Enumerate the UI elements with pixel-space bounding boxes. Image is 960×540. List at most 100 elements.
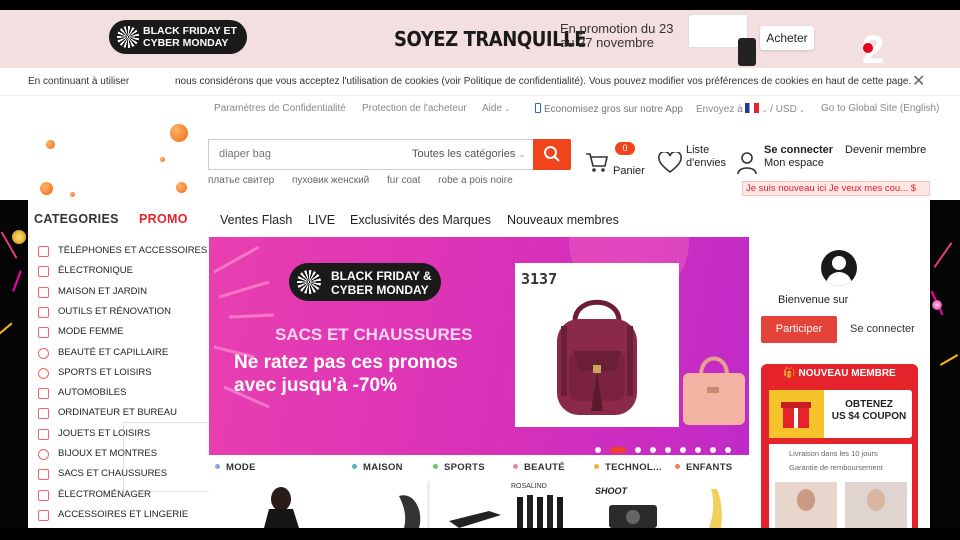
sidebar-item-computers[interactable]: Ordinateur et Bureau: [28, 403, 209, 423]
carousel-dot[interactable]: [610, 447, 626, 453]
sign-in-link[interactable]: Se connecter: [850, 323, 915, 335]
search-box: Toutes les catégories ⌄: [208, 139, 534, 170]
cookie-text-start: En continuant à utiliser: [28, 76, 130, 87]
sidebar-item-automobiles[interactable]: Automobiles: [28, 383, 209, 403]
sidebar-item-tools[interactable]: Outils et Rénovation: [28, 302, 209, 322]
carousel-dot[interactable]: [665, 447, 671, 453]
sidebar-item-beauty[interactable]: Beauté et Capillaire: [28, 343, 209, 363]
lingerie-icon: [38, 509, 49, 521]
close-icon[interactable]: ✕: [912, 71, 925, 91]
decorative-orb: [46, 140, 55, 149]
cookie-text: nous considérons que vous acceptez l'uti…: [175, 76, 912, 87]
cart-button[interactable]: 0 Panier: [585, 142, 645, 182]
suggestion-link[interactable]: пуховик женский: [292, 175, 369, 186]
help-menu[interactable]: Aide ⌄: [482, 103, 510, 114]
quick-link-beaute[interactable]: BEAUTÉ: [513, 462, 565, 473]
tab-promo[interactable]: PROMO: [139, 212, 188, 226]
handbag-image: [683, 356, 745, 425]
ring-icon: [38, 449, 49, 460]
sidebar-item-women-fashion[interactable]: Mode Femme: [28, 322, 209, 342]
carousel-dot[interactable]: [710, 447, 716, 453]
category-quick-links: MODE MAISON SPORTS BEAUTÉ TECHNOL... ENF…: [209, 455, 749, 481]
hero-black-friday-badge: BLACK FRIDAY & CYBER MONDAY: [289, 263, 441, 301]
nav-new-members[interactable]: Nouveaux membres: [507, 213, 619, 227]
category-dot-icon: [675, 464, 680, 469]
carousel-dot[interactable]: [650, 447, 656, 453]
hero-product-card[interactable]: 3137: [515, 263, 679, 427]
carousel-dot[interactable]: [595, 447, 601, 453]
newbie-coupon-link[interactable]: Je suis nouveau ici Je veux mes cou... $: [742, 181, 930, 196]
phone-icon: [535, 103, 541, 113]
carousel-dots[interactable]: [595, 440, 749, 453]
left-background: [0, 200, 28, 528]
wishlist-button[interactable]: Liste d'envies: [658, 142, 728, 182]
backpack-image: [557, 299, 637, 415]
privacy-settings-link[interactable]: Paramètres de Confidentialité: [214, 103, 346, 114]
nav-brand-exclusives[interactable]: Exclusivités des Marques: [350, 213, 491, 227]
quick-link-sports[interactable]: SPORTS: [433, 462, 485, 473]
carousel-dot[interactable]: [635, 447, 641, 453]
delivery-benefit: Livraison dans les 10 jours: [789, 449, 878, 458]
svg-text:SHOOT: SHOOT: [595, 486, 629, 496]
quick-link-enfants[interactable]: ENFANTS: [675, 462, 732, 473]
ship-to-selector[interactable]: Envoyez à ⌄ / USD ⌄: [696, 103, 805, 115]
nav-live[interactable]: LIVE: [308, 213, 335, 227]
carousel-dot[interactable]: [725, 447, 731, 453]
search-input[interactable]: [219, 148, 399, 160]
camera-icon: [38, 266, 49, 278]
category-dot-icon: [352, 464, 357, 469]
buy-button[interactable]: Acheter: [760, 26, 814, 50]
buyer-protection-link[interactable]: Protection de l'acheteur: [362, 103, 467, 114]
banner-dates: En promotion du 23 au 27 novembre: [560, 21, 674, 50]
sidebar-item-sports[interactable]: Sports et Loisirs: [28, 363, 209, 383]
search-button[interactable]: [533, 139, 571, 170]
carousel-dot[interactable]: [695, 447, 701, 453]
cart-icon: [586, 153, 608, 172]
sidebar-item-home-garden[interactable]: Maison et Jardin: [28, 282, 209, 302]
toolbox-icon: [38, 306, 49, 318]
sidebar-item-phones[interactable]: Téléphones et Accessoires: [28, 241, 209, 261]
quick-link-technologie[interactable]: TECHNOL...: [594, 462, 662, 473]
category-select[interactable]: Toutes les catégories ⌄: [412, 148, 525, 160]
cart-label: Panier: [613, 165, 645, 177]
coupon-offer[interactable]: OBTENEZ US $4 COUPON: [769, 390, 912, 438]
banner-headline: SOYEZ TRANQUILLE: [394, 27, 587, 51]
product-code: 3137: [521, 270, 558, 288]
phone-image: [738, 38, 756, 66]
my-space-link[interactable]: Mon espace: [764, 157, 824, 169]
top-ad-banner[interactable]: BLACK FRIDAY ET CYBER MONDAY SOYEZ TRANQ…: [0, 10, 960, 72]
suggestion-link[interactable]: fur coat: [387, 175, 420, 186]
sidebar-item-electronics[interactable]: Électronique: [28, 261, 209, 281]
category-dot-icon: [513, 464, 518, 469]
quick-link-maison[interactable]: MAISON: [352, 462, 403, 473]
hero-carousel[interactable]: BLACK FRIDAY & CYBER MONDAY SACS ET CHAU…: [209, 237, 749, 455]
tab-categories[interactable]: CATEGORIES: [34, 212, 119, 226]
global-site-link[interactable]: Go to Global Site (English): [821, 103, 939, 114]
new-member-title: 🎁 NOUVEAU MEMBRE: [783, 368, 896, 379]
model-thumbnails: [775, 482, 907, 528]
new-member-card[interactable]: 🎁 NOUVEAU MEMBRE OBTENEZ US $4 COUPON Liv…: [761, 364, 918, 528]
right-background: [930, 200, 960, 528]
carousel-dot[interactable]: [680, 447, 686, 453]
suggestion-link[interactable]: платье свитер: [208, 175, 274, 186]
participate-button[interactable]: Participer: [761, 316, 837, 343]
gift-box-image: [769, 390, 824, 438]
decorative-orb: [160, 157, 165, 162]
phone-icon: [38, 246, 49, 257]
nav-flash-sales[interactable]: Ventes Flash: [220, 213, 292, 227]
category-dot-icon: [433, 464, 438, 469]
france2-logo: 2: [862, 28, 885, 72]
quick-link-mode[interactable]: MODE: [215, 462, 256, 473]
account-menu[interactable]: Se connecter Mon espace: [736, 142, 846, 182]
login-link[interactable]: Se connecter: [764, 144, 833, 156]
user-icon: [737, 152, 757, 175]
decorative-orb: [40, 182, 53, 195]
suggestion-link[interactable]: robe a pois noire: [438, 175, 513, 186]
chevron-down-icon: ⌄: [761, 107, 768, 114]
main-nav: CATEGORIES PROMO Ventes Flash LIVE Exclu…: [28, 200, 930, 237]
sidebar-item-lingerie[interactable]: Accessoires et Lingerie: [28, 505, 209, 525]
become-member-link[interactable]: Devenir membre: [845, 144, 926, 156]
burst-icon: [117, 26, 139, 48]
search-icon: [544, 146, 560, 162]
app-link[interactable]: Economisez gros sur notre App: [535, 103, 683, 115]
